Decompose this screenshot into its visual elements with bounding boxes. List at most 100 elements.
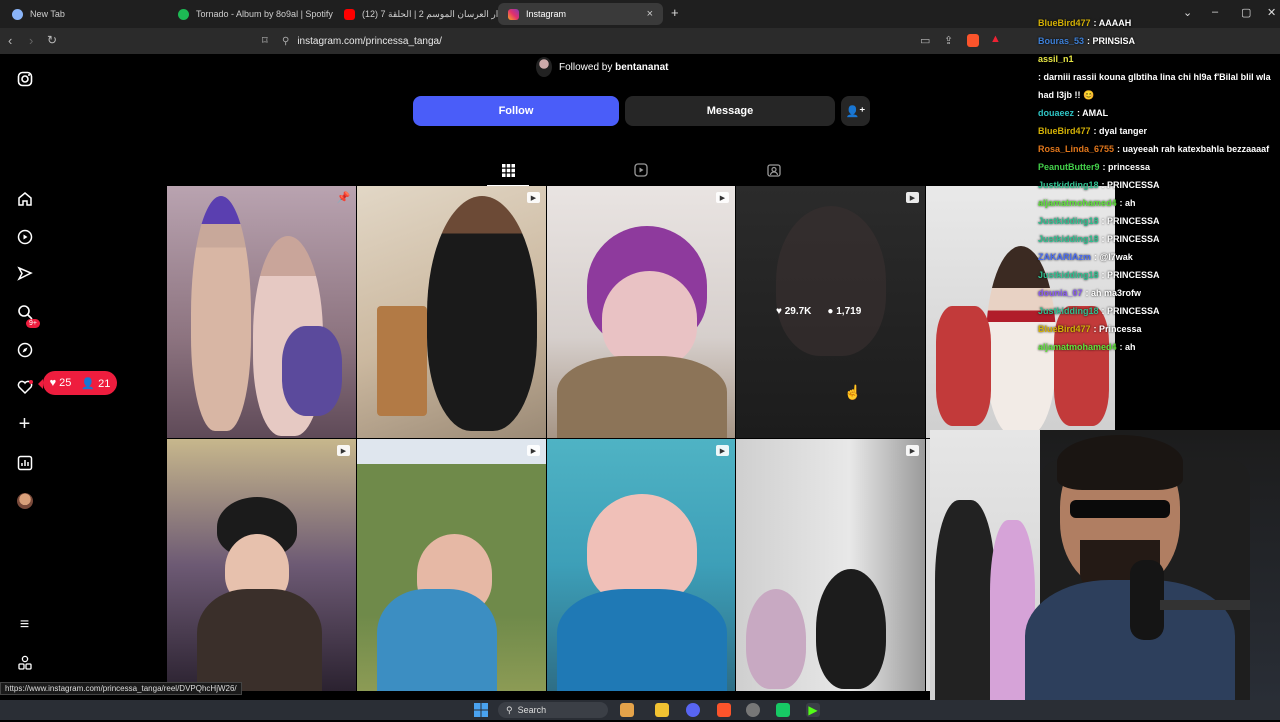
chat-username[interactable]: Justkidding18 (1038, 230, 1099, 248)
play-app-icon[interactable]: ▶ (806, 703, 820, 717)
chat-username[interactable]: PeanutButter9 (1038, 158, 1100, 176)
chat-username[interactable]: Bouras_53 (1038, 32, 1084, 50)
reel-icon: ▶ (906, 445, 919, 456)
chat-username[interactable]: BlueBird477 (1038, 14, 1091, 32)
post-tile[interactable]: ▶ (167, 439, 356, 691)
post-tile[interactable]: 📌 (167, 186, 356, 438)
add-user-button[interactable]: 👤⁺ (841, 96, 870, 126)
brave-icon[interactable] (717, 703, 731, 717)
chat-username[interactable]: Justkidding18 (1038, 176, 1099, 194)
create-icon[interactable]: + (16, 413, 33, 435)
tab-spotify[interactable]: Tornado - Album by 8o9al | Spotify (168, 3, 333, 25)
chat-username[interactable]: aljamatmohamed4 (1038, 338, 1117, 356)
app-icon[interactable] (620, 703, 634, 717)
chat-message: douaeez: AMAL (1038, 104, 1276, 122)
chat-message: Bouras_53: PRINSISA (1038, 32, 1276, 50)
file-explorer-icon[interactable] (655, 703, 669, 717)
profile-avatar[interactable] (16, 492, 33, 509)
chat-username[interactable]: ZAKARIAzm (1038, 248, 1091, 266)
reels-icon[interactable] (16, 228, 33, 245)
chat-username[interactable]: aljamatmohamed4 (1038, 194, 1117, 212)
chat-username[interactable]: Justkidding18 (1038, 266, 1099, 284)
windows-taskbar: ⚲ Search ▶ (0, 700, 1280, 720)
followed-by[interactable]: Followed by bentananat (536, 57, 668, 77)
post-tile[interactable]: ▶ (736, 439, 925, 691)
chat-message: Justkidding18: PRINCESSA (1038, 230, 1276, 248)
cast-icon[interactable]: ▭ (920, 34, 930, 47)
chat-text: : princessa (1102, 162, 1151, 172)
post-tile[interactable]: ▶ (357, 439, 546, 691)
post-likes: ♥ 29.7K (776, 306, 812, 317)
chat-text: : ah (1119, 342, 1136, 352)
discord-icon[interactable] (686, 703, 700, 717)
chat-text: : PRINSISA (1087, 36, 1136, 46)
cursor-hand-icon: ☝ (844, 384, 862, 400)
chat-message: aljamatmohamed4: ah (1038, 338, 1276, 356)
posts-grid-icon[interactable] (487, 162, 529, 186)
windows-start-icon[interactable] (474, 703, 488, 717)
notifications-heart-icon[interactable] (16, 378, 33, 395)
home-icon[interactable] (16, 190, 33, 207)
explore-icon[interactable] (16, 341, 33, 358)
search-icon[interactable] (16, 303, 33, 320)
notification-popup[interactable]: ♥ 25 👤 21 (38, 371, 117, 395)
kick-icon[interactable] (776, 703, 790, 717)
messages-badge: 9+ (26, 319, 40, 328)
chat-text: : ah ma3rofw (1085, 288, 1142, 298)
dashboard-icon[interactable] (16, 454, 33, 471)
site-info-icon[interactable]: ⚲ (282, 36, 289, 47)
chat-username[interactable]: dounia_07 (1038, 284, 1083, 302)
reel-icon: ▶ (527, 445, 540, 456)
brave-shield-icon[interactable] (967, 34, 979, 47)
chat-username[interactable]: Rosa_Linda_6755 (1038, 140, 1114, 158)
forward-icon[interactable]: › (29, 33, 33, 48)
taskbar-search[interactable]: ⚲ Search (498, 702, 608, 718)
post-tile-hovered[interactable]: ▶ ♥ 29.7K ● 1,719 ☝ (736, 186, 925, 438)
bookmark-icon[interactable]: ⌑ (262, 34, 268, 47)
chat-message: dounia_07: ah ma3rofw (1038, 284, 1276, 302)
chat-text: : PRINCESSA (1101, 216, 1160, 226)
instagram-icon (508, 8, 519, 20)
reload-icon[interactable]: ↻ (47, 33, 57, 47)
chat-username[interactable]: Justkidding18 (1038, 302, 1099, 320)
share-icon[interactable]: ⇪ (944, 34, 953, 47)
tagged-tab-icon[interactable] (766, 162, 782, 178)
instagram-logo-icon[interactable] (16, 70, 33, 87)
chat-message: assil_n1: darniii rassii kouna glbtiha l… (1038, 50, 1276, 104)
close-tab-icon[interactable]: × (647, 8, 653, 20)
tab-youtube[interactable]: (12) دار العرسان الموسم 2 | الحلقة 7 (334, 3, 499, 25)
search-icon: ⚲ (506, 704, 513, 715)
more-menu-icon[interactable]: ≡ (16, 616, 33, 633)
messages-icon[interactable] (16, 265, 33, 282)
back-icon[interactable]: ‹ (8, 33, 12, 48)
youtube-icon (344, 8, 355, 20)
tab-label: Tornado - Album by 8o9al | Spotify (196, 9, 333, 19)
chat-username[interactable]: BlueBird477 (1038, 320, 1091, 338)
chat-text: : PRINCESSA (1101, 306, 1160, 316)
obs-icon[interactable] (746, 703, 760, 717)
chat-username[interactable]: BlueBird477 (1038, 122, 1091, 140)
reel-icon: ▶ (716, 445, 729, 456)
brave-rewards-icon[interactable]: ▲ (990, 33, 1001, 45)
chat-text: : AAAAH (1093, 18, 1132, 28)
url-field[interactable]: ⚲ instagram.com/princessa_tanga/ (282, 31, 1012, 51)
chat-username[interactable]: assil_n1 (1038, 50, 1074, 68)
also-from-meta-icon[interactable] (16, 654, 33, 671)
message-button[interactable]: Message (625, 96, 835, 126)
post-tile[interactable]: ▶ (357, 186, 546, 438)
chat-text: : PRINCESSA (1101, 270, 1160, 280)
new-tab-button[interactable]: + (671, 5, 679, 20)
reels-tab-icon[interactable] (633, 162, 649, 178)
post-hover-stats: ♥ 29.7K ● 1,719 (776, 306, 861, 317)
tab-new-tab[interactable]: New Tab (2, 3, 167, 25)
post-tile[interactable]: ▶ (547, 439, 735, 691)
tab-instagram[interactable]: Instagram × (498, 3, 663, 25)
post-tile[interactable]: ▶ (547, 186, 735, 438)
follow-button[interactable]: Follow (413, 96, 619, 126)
reel-icon: ▶ (716, 192, 729, 203)
stream-chat: BlueBird477: AAAAH Bouras_53: PRINSISA ass… (1038, 14, 1276, 356)
add-user-icon: 👤⁺ (845, 105, 866, 118)
profile-tabs (166, 160, 916, 186)
chat-username[interactable]: Justkidding18 (1038, 212, 1099, 230)
chat-username[interactable]: douaeez (1038, 104, 1074, 122)
